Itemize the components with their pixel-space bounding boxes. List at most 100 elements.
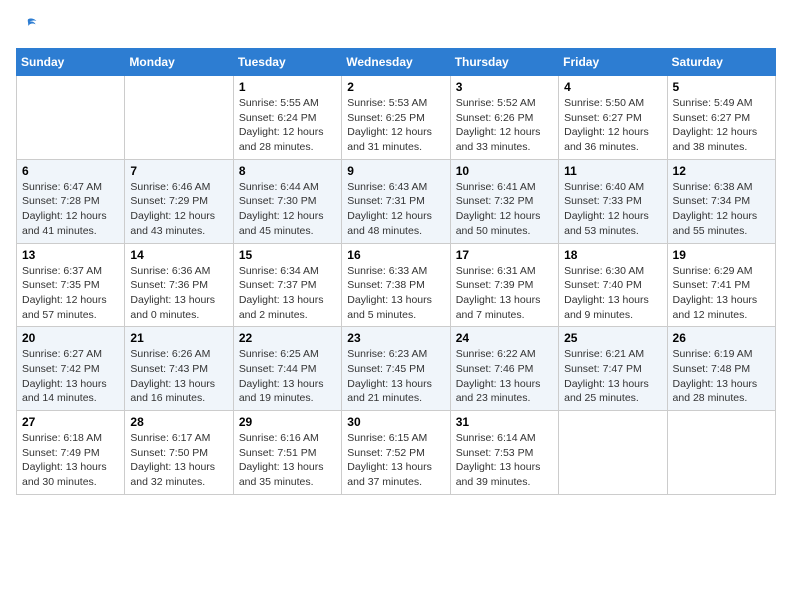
calendar-day-cell: 3 Sunrise: 5:52 AMSunset: 6:26 PMDayligh… — [450, 76, 558, 160]
calendar-day-cell: 26 Sunrise: 6:19 AMSunset: 7:48 PMDaylig… — [667, 327, 775, 411]
calendar-day-cell — [17, 76, 125, 160]
calendar-day-cell: 27 Sunrise: 6:18 AMSunset: 7:49 PMDaylig… — [17, 411, 125, 495]
day-info: Sunrise: 5:52 AMSunset: 6:26 PMDaylight:… — [456, 96, 553, 155]
calendar-day-cell — [667, 411, 775, 495]
calendar-day-cell: 30 Sunrise: 6:15 AMSunset: 7:52 PMDaylig… — [342, 411, 450, 495]
calendar-day-cell: 28 Sunrise: 6:17 AMSunset: 7:50 PMDaylig… — [125, 411, 233, 495]
day-of-week-header: Sunday — [17, 49, 125, 76]
day-info: Sunrise: 6:22 AMSunset: 7:46 PMDaylight:… — [456, 347, 553, 406]
day-of-week-header: Tuesday — [233, 49, 341, 76]
day-info: Sunrise: 6:25 AMSunset: 7:44 PMDaylight:… — [239, 347, 336, 406]
day-number: 9 — [347, 164, 444, 178]
day-number: 3 — [456, 80, 553, 94]
calendar-day-cell: 5 Sunrise: 5:49 AMSunset: 6:27 PMDayligh… — [667, 76, 775, 160]
day-number: 7 — [130, 164, 227, 178]
page-header — [16, 16, 776, 36]
calendar-day-cell: 2 Sunrise: 5:53 AMSunset: 6:25 PMDayligh… — [342, 76, 450, 160]
day-number: 12 — [673, 164, 770, 178]
calendar-week-row: 6 Sunrise: 6:47 AMSunset: 7:28 PMDayligh… — [17, 159, 776, 243]
calendar-day-cell: 17 Sunrise: 6:31 AMSunset: 7:39 PMDaylig… — [450, 243, 558, 327]
calendar-day-cell: 12 Sunrise: 6:38 AMSunset: 7:34 PMDaylig… — [667, 159, 775, 243]
day-number: 14 — [130, 248, 227, 262]
day-info: Sunrise: 6:31 AMSunset: 7:39 PMDaylight:… — [456, 264, 553, 323]
day-of-week-header: Monday — [125, 49, 233, 76]
calendar-day-cell: 29 Sunrise: 6:16 AMSunset: 7:51 PMDaylig… — [233, 411, 341, 495]
calendar-day-cell: 6 Sunrise: 6:47 AMSunset: 7:28 PMDayligh… — [17, 159, 125, 243]
day-of-week-header: Thursday — [450, 49, 558, 76]
calendar-day-cell: 14 Sunrise: 6:36 AMSunset: 7:36 PMDaylig… — [125, 243, 233, 327]
calendar-week-row: 13 Sunrise: 6:37 AMSunset: 7:35 PMDaylig… — [17, 243, 776, 327]
calendar-day-cell: 7 Sunrise: 6:46 AMSunset: 7:29 PMDayligh… — [125, 159, 233, 243]
day-number: 15 — [239, 248, 336, 262]
day-info: Sunrise: 6:23 AMSunset: 7:45 PMDaylight:… — [347, 347, 444, 406]
day-of-week-header: Saturday — [667, 49, 775, 76]
day-info: Sunrise: 6:16 AMSunset: 7:51 PMDaylight:… — [239, 431, 336, 490]
calendar-week-row: 1 Sunrise: 5:55 AMSunset: 6:24 PMDayligh… — [17, 76, 776, 160]
day-info: Sunrise: 6:17 AMSunset: 7:50 PMDaylight:… — [130, 431, 227, 490]
day-info: Sunrise: 6:37 AMSunset: 7:35 PMDaylight:… — [22, 264, 119, 323]
day-number: 28 — [130, 415, 227, 429]
day-info: Sunrise: 6:33 AMSunset: 7:38 PMDaylight:… — [347, 264, 444, 323]
calendar-day-cell: 1 Sunrise: 5:55 AMSunset: 6:24 PMDayligh… — [233, 76, 341, 160]
day-number: 5 — [673, 80, 770, 94]
day-info: Sunrise: 5:50 AMSunset: 6:27 PMDaylight:… — [564, 96, 661, 155]
calendar-day-cell: 23 Sunrise: 6:23 AMSunset: 7:45 PMDaylig… — [342, 327, 450, 411]
calendar-header-row: SundayMondayTuesdayWednesdayThursdayFrid… — [17, 49, 776, 76]
calendar-day-cell: 9 Sunrise: 6:43 AMSunset: 7:31 PMDayligh… — [342, 159, 450, 243]
day-info: Sunrise: 5:53 AMSunset: 6:25 PMDaylight:… — [347, 96, 444, 155]
calendar-day-cell: 24 Sunrise: 6:22 AMSunset: 7:46 PMDaylig… — [450, 327, 558, 411]
day-info: Sunrise: 5:49 AMSunset: 6:27 PMDaylight:… — [673, 96, 770, 155]
logo-bird-icon — [18, 16, 38, 36]
calendar-day-cell: 21 Sunrise: 6:26 AMSunset: 7:43 PMDaylig… — [125, 327, 233, 411]
calendar-day-cell: 4 Sunrise: 5:50 AMSunset: 6:27 PMDayligh… — [559, 76, 667, 160]
day-number: 13 — [22, 248, 119, 262]
day-info: Sunrise: 6:43 AMSunset: 7:31 PMDaylight:… — [347, 180, 444, 239]
logo — [16, 16, 38, 36]
day-number: 16 — [347, 248, 444, 262]
day-info: Sunrise: 6:46 AMSunset: 7:29 PMDaylight:… — [130, 180, 227, 239]
day-number: 6 — [22, 164, 119, 178]
day-info: Sunrise: 6:14 AMSunset: 7:53 PMDaylight:… — [456, 431, 553, 490]
day-number: 26 — [673, 331, 770, 345]
day-of-week-header: Wednesday — [342, 49, 450, 76]
day-info: Sunrise: 6:44 AMSunset: 7:30 PMDaylight:… — [239, 180, 336, 239]
calendar-week-row: 20 Sunrise: 6:27 AMSunset: 7:42 PMDaylig… — [17, 327, 776, 411]
day-number: 19 — [673, 248, 770, 262]
day-number: 18 — [564, 248, 661, 262]
day-number: 21 — [130, 331, 227, 345]
day-number: 22 — [239, 331, 336, 345]
calendar-day-cell: 13 Sunrise: 6:37 AMSunset: 7:35 PMDaylig… — [17, 243, 125, 327]
calendar-day-cell — [559, 411, 667, 495]
day-number: 1 — [239, 80, 336, 94]
calendar-table: SundayMondayTuesdayWednesdayThursdayFrid… — [16, 48, 776, 495]
day-number: 4 — [564, 80, 661, 94]
day-number: 24 — [456, 331, 553, 345]
calendar-day-cell: 20 Sunrise: 6:27 AMSunset: 7:42 PMDaylig… — [17, 327, 125, 411]
calendar-day-cell: 10 Sunrise: 6:41 AMSunset: 7:32 PMDaylig… — [450, 159, 558, 243]
calendar-day-cell: 18 Sunrise: 6:30 AMSunset: 7:40 PMDaylig… — [559, 243, 667, 327]
day-info: Sunrise: 6:30 AMSunset: 7:40 PMDaylight:… — [564, 264, 661, 323]
day-info: Sunrise: 6:36 AMSunset: 7:36 PMDaylight:… — [130, 264, 227, 323]
day-number: 10 — [456, 164, 553, 178]
day-number: 8 — [239, 164, 336, 178]
day-info: Sunrise: 6:29 AMSunset: 7:41 PMDaylight:… — [673, 264, 770, 323]
day-info: Sunrise: 6:27 AMSunset: 7:42 PMDaylight:… — [22, 347, 119, 406]
day-info: Sunrise: 6:19 AMSunset: 7:48 PMDaylight:… — [673, 347, 770, 406]
day-info: Sunrise: 6:15 AMSunset: 7:52 PMDaylight:… — [347, 431, 444, 490]
day-info: Sunrise: 6:26 AMSunset: 7:43 PMDaylight:… — [130, 347, 227, 406]
calendar-day-cell: 31 Sunrise: 6:14 AMSunset: 7:53 PMDaylig… — [450, 411, 558, 495]
day-number: 25 — [564, 331, 661, 345]
day-info: Sunrise: 6:38 AMSunset: 7:34 PMDaylight:… — [673, 180, 770, 239]
day-info: Sunrise: 6:34 AMSunset: 7:37 PMDaylight:… — [239, 264, 336, 323]
day-info: Sunrise: 6:40 AMSunset: 7:33 PMDaylight:… — [564, 180, 661, 239]
day-info: Sunrise: 6:21 AMSunset: 7:47 PMDaylight:… — [564, 347, 661, 406]
calendar-day-cell: 11 Sunrise: 6:40 AMSunset: 7:33 PMDaylig… — [559, 159, 667, 243]
calendar-day-cell: 25 Sunrise: 6:21 AMSunset: 7:47 PMDaylig… — [559, 327, 667, 411]
day-info: Sunrise: 5:55 AMSunset: 6:24 PMDaylight:… — [239, 96, 336, 155]
calendar-day-cell: 8 Sunrise: 6:44 AMSunset: 7:30 PMDayligh… — [233, 159, 341, 243]
day-info: Sunrise: 6:47 AMSunset: 7:28 PMDaylight:… — [22, 180, 119, 239]
day-number: 23 — [347, 331, 444, 345]
calendar-day-cell: 19 Sunrise: 6:29 AMSunset: 7:41 PMDaylig… — [667, 243, 775, 327]
day-number: 29 — [239, 415, 336, 429]
calendar-day-cell: 16 Sunrise: 6:33 AMSunset: 7:38 PMDaylig… — [342, 243, 450, 327]
